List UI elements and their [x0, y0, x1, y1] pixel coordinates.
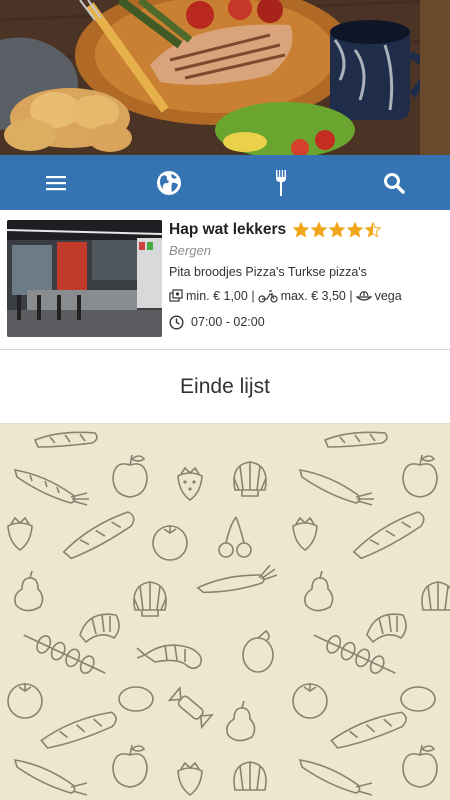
hero-banner	[0, 0, 450, 155]
star-icon	[347, 222, 364, 238]
money-icon	[169, 289, 183, 302]
restaurant-meta: min. € 1,00 | max. € 3,50 | vega	[169, 287, 446, 305]
hero-food-image	[0, 0, 450, 155]
scooter-icon	[257, 290, 278, 303]
language-button[interactable]	[139, 155, 199, 210]
restaurant-name[interactable]: Hap wat lekkers	[169, 221, 286, 239]
restaurant-categories: Pita broodjes Pizza's Turkse pizza's	[169, 265, 367, 279]
search-icon	[383, 172, 405, 194]
opening-hours: 07:00 - 02:00	[169, 313, 446, 331]
clock-icon	[169, 314, 184, 330]
rating-stars	[293, 222, 382, 238]
min-order: min. € 1,00 |	[186, 289, 255, 303]
hours-text: 07:00 - 02:00	[191, 315, 265, 329]
star-icon	[365, 222, 382, 238]
cuisine-button[interactable]	[251, 155, 311, 210]
restaurant-info: Hap wat lekkers Bergen Pita broodjes Piz…	[169, 220, 446, 331]
restaurant-city: Bergen	[169, 243, 211, 258]
diet-label: vega	[374, 289, 402, 303]
navigation-bar	[0, 155, 450, 210]
doodle-pattern	[7, 431, 450, 796]
delivery-cost: max. € 3,50 |	[280, 289, 353, 303]
star-icon	[293, 222, 310, 238]
restaurant-photo	[7, 220, 162, 337]
list-item[interactable]: Hap wat lekkers Bergen Pita broodjes Piz…	[0, 210, 450, 350]
vegetarian-icon	[355, 291, 372, 301]
search-button[interactable]	[364, 155, 424, 210]
baguette-doodle	[33, 431, 98, 448]
menu-icon	[46, 175, 67, 190]
restaurant-list: Hap wat lekkers Bergen Pita broodjes Piz…	[0, 210, 450, 424]
fork-icon	[276, 169, 287, 196]
food-pattern-background	[0, 425, 450, 800]
star-icon	[311, 222, 328, 238]
globe-icon	[156, 170, 181, 195]
end-of-list: Einde lijst	[0, 350, 450, 424]
star-icon	[329, 222, 346, 238]
menu-button[interactable]	[26, 155, 86, 210]
